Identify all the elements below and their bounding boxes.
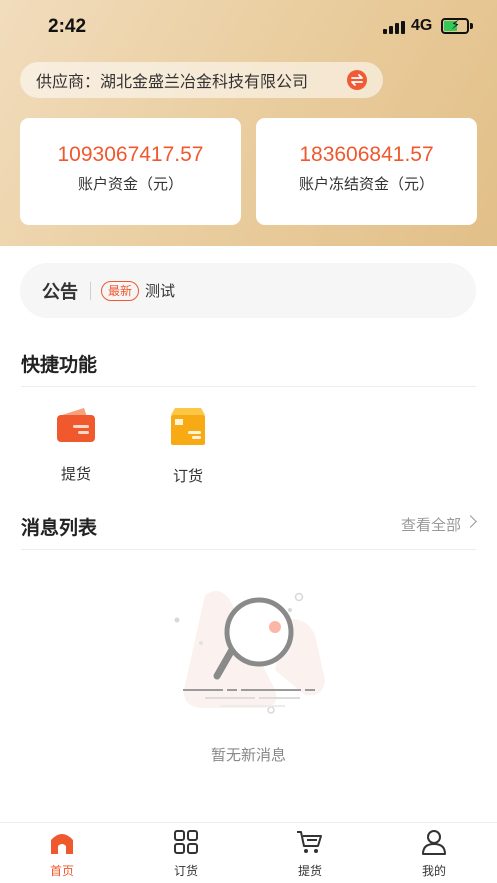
user-icon xyxy=(421,830,447,859)
tab-label: 首页 xyxy=(49,864,74,878)
magnifier-icon xyxy=(174,591,325,714)
divider xyxy=(21,386,476,387)
frozen-funds-amount: 183606841.57 xyxy=(299,143,434,166)
battery-icon: ⚡ xyxy=(441,18,469,34)
account-funds-card[interactable]: 1093067417.57 账户资金（元） xyxy=(20,118,241,225)
cart-icon xyxy=(296,831,324,859)
account-funds-amount: 1093067417.57 xyxy=(57,143,204,166)
status-bar: 2:42 4G ⚡ xyxy=(0,0,497,54)
supplier-label: 供应商：湖北金盛兰冶金科技有限公司 xyxy=(36,72,309,91)
tab-label: 订货 xyxy=(173,864,198,878)
signal-icon xyxy=(383,21,405,34)
frozen-funds-label: 账户冻结资金（元） xyxy=(298,175,434,193)
supplier-switcher[interactable]: 供应商：湖北金盛兰冶金科技有限公司 xyxy=(20,62,383,98)
quick-functions-title: 快捷功能 xyxy=(21,354,98,376)
notice-new-badge: 最新 xyxy=(101,280,140,301)
divider xyxy=(21,549,476,550)
order-box-icon xyxy=(166,408,210,451)
bottom-tab-bar: 首页 订货 提货 我的 xyxy=(0,822,497,883)
account-funds-label: 账户资金（元） xyxy=(77,175,183,193)
status-time: 2:42 xyxy=(48,16,87,37)
tab-mine[interactable]: 我的 xyxy=(404,829,464,879)
quick-item-pickup[interactable]: 提货 xyxy=(46,405,106,484)
notice-bar[interactable]: 公告 最新 测试 xyxy=(20,263,476,318)
tab-order[interactable]: 订货 xyxy=(156,829,216,879)
grid-icon xyxy=(173,830,199,859)
network-type: 4G xyxy=(411,17,433,34)
chevron-right-icon[interactable] xyxy=(464,515,477,528)
home-icon xyxy=(49,834,75,859)
quick-item-order[interactable]: 订货 xyxy=(158,405,218,486)
notice-title: 公告 xyxy=(42,281,78,303)
notice-divider xyxy=(90,281,91,300)
pickup-card-icon xyxy=(54,408,98,449)
messages-title: 消息列表 xyxy=(21,517,98,539)
tab-label: 提货 xyxy=(297,864,322,878)
view-all-link[interactable]: 查看全部 xyxy=(401,514,461,535)
tab-label: 我的 xyxy=(421,864,446,878)
notice-text: 测试 xyxy=(145,282,176,300)
tab-pickup[interactable]: 提货 xyxy=(280,829,340,879)
frozen-funds-card[interactable]: 183606841.57 账户冻结资金（元） xyxy=(256,118,477,225)
swap-icon[interactable] xyxy=(347,70,367,90)
quick-item-label: 提货 xyxy=(60,465,91,483)
empty-message-text: 暂无新消息 xyxy=(210,746,286,764)
quick-item-label: 订货 xyxy=(172,467,203,485)
tab-home[interactable]: 首页 xyxy=(32,829,92,879)
